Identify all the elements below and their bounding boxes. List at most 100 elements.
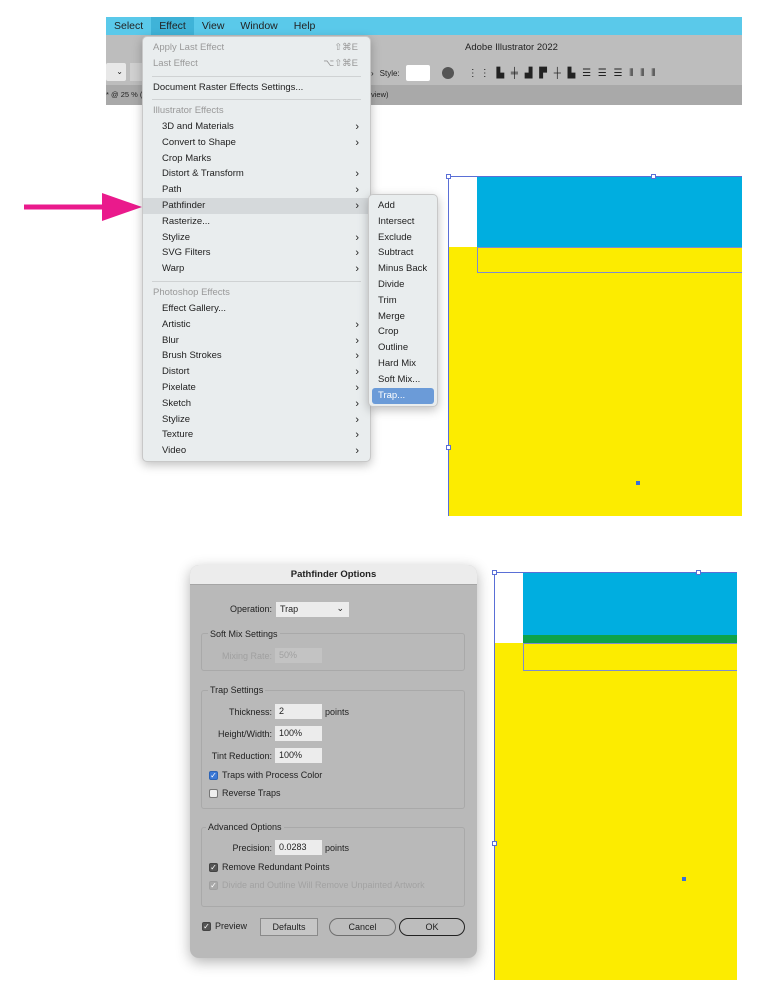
menu-item-rasterize[interactable]: Rasterize... — [143, 214, 370, 230]
menu-item-label: Brush Strokes — [162, 350, 222, 362]
remove-redundant-label: Remove Redundant Points — [222, 862, 330, 872]
tint-reduction-field[interactable]: 100% — [275, 748, 322, 763]
menu-item-sketch[interactable]: Sketch › — [143, 396, 370, 412]
chevron-right-icon: › — [355, 231, 359, 244]
doc-tab-2[interactable]: view) — [371, 90, 389, 99]
mixing-rate-field: 50% — [275, 648, 322, 663]
operation-select[interactable]: Trap ⌄ — [276, 602, 349, 617]
menu-item-label: Video — [162, 445, 187, 457]
submenu-item-minus-back[interactable]: Minus Back — [372, 261, 434, 277]
photoshop-effects-header: Photoshop Effects — [153, 287, 230, 298]
chevron-right-icon: › — [355, 184, 359, 197]
menu-item-crop-marks[interactable]: Crop Marks — [143, 151, 370, 167]
chevron-right-icon[interactable]: › — [371, 69, 374, 78]
chevron-right-icon: › — [355, 247, 359, 260]
pathfinder-submenu: Add Intersect Exclude Subtract Minus Back Div… — [368, 194, 438, 407]
precision-label: Precision: — [232, 843, 272, 853]
chevron-right-icon: › — [355, 318, 359, 331]
thickness-unit: points — [325, 707, 350, 717]
chevron-right-icon: › — [355, 168, 359, 181]
artboard-top[interactable] — [446, 174, 742, 516]
reverse-traps-checkbox[interactable] — [209, 789, 218, 798]
height-width-label: Height/Width: — [217, 729, 272, 739]
label: Apply Last Effect — [153, 42, 225, 53]
yellow-rect[interactable] — [495, 643, 737, 980]
submenu-item-soft-mix[interactable]: Soft Mix... — [372, 372, 434, 388]
submenu-item-merge[interactable]: Merge — [372, 309, 434, 325]
artboard-bottom[interactable] — [492, 570, 737, 980]
menu-item-path[interactable]: Path › — [143, 182, 370, 198]
doc-tab[interactable]: * @ 25 % ( — [106, 90, 142, 99]
handle[interactable] — [492, 570, 497, 575]
handle[interactable] — [492, 841, 497, 846]
submenu-item-outline[interactable]: Outline — [372, 340, 434, 356]
process-color-checkbox[interactable]: ✓ — [209, 771, 218, 780]
handle[interactable] — [651, 174, 656, 179]
selection-outline — [523, 643, 737, 671]
menu-item-label: Pixelate — [162, 382, 196, 393]
menu-item-effect-gallery[interactable]: Effect Gallery... — [143, 301, 370, 317]
menu-item-distort-transform[interactable]: Distort & Transform › — [143, 166, 370, 182]
separator — [152, 99, 361, 100]
menu-item-3d-and-materials[interactable]: 3D and Materials › — [143, 119, 370, 135]
menu-view[interactable]: View — [194, 17, 233, 35]
handle[interactable] — [446, 174, 451, 179]
menu-item-convert-to-shape[interactable]: Convert to Shape › — [143, 135, 370, 151]
menu-item-stylize[interactable]: Stylize › — [143, 230, 370, 246]
thickness-label: Thickness: — [228, 707, 272, 717]
menu-item-texture[interactable]: Texture › — [143, 427, 370, 443]
align-icons[interactable]: ⋮⋮ ▙ ╪ ▟ ▛ ┼ ▙ ☰ ☰ ☰ ⫴ ⫴ ⫴ — [468, 68, 658, 79]
menu-item-video[interactable]: Video › — [143, 443, 370, 459]
separator — [152, 281, 361, 282]
submenu-item-add[interactable]: Add — [372, 198, 434, 214]
cancel-button[interactable]: Cancel — [329, 918, 396, 936]
menu-item-pathfinder[interactable]: Pathfinder › — [143, 198, 370, 214]
blue-rect[interactable] — [477, 177, 742, 247]
submenu-item-divide[interactable]: Divide — [372, 277, 434, 293]
ok-button[interactable]: OK — [399, 918, 465, 936]
menu-item-svg-filters[interactable]: SVG Filters › — [143, 245, 370, 261]
menu-window[interactable]: Window — [232, 17, 285, 35]
chevron-right-icon: › — [355, 350, 359, 363]
menu-item-stylize[interactable]: Stylize › — [143, 412, 370, 428]
yellow-rect[interactable] — [449, 247, 742, 516]
submenu-item-exclude[interactable]: Exclude — [372, 230, 434, 246]
menu-item-warp[interactable]: Warp › — [143, 261, 370, 277]
menu-item-blur[interactable]: Blur › — [143, 333, 370, 349]
globe-icon[interactable] — [441, 67, 454, 79]
chevron-right-icon: › — [355, 413, 359, 426]
menu-item-label: Texture — [162, 429, 194, 441]
menu-help[interactable]: Help — [286, 17, 324, 35]
remove-redundant-checkbox[interactable]: ✓ — [209, 863, 218, 872]
submenu-item-trap[interactable]: Trap... — [372, 387, 434, 404]
submenu-item-crop[interactable]: Crop — [372, 324, 434, 340]
menu-item-artistic[interactable]: Artistic › — [143, 317, 370, 333]
submenu-item-trim[interactable]: Trim — [372, 293, 434, 309]
defaults-button[interactable]: Defaults — [260, 918, 318, 936]
style-swatch[interactable] — [405, 65, 430, 81]
height-width-field[interactable]: 100% — [275, 726, 322, 741]
menu-item-label: Convert to Shape — [162, 136, 236, 148]
precision-field[interactable]: 0.0283 — [275, 840, 322, 855]
soft-mix-title: Soft Mix Settings — [208, 629, 280, 639]
process-color-label: Traps with Process Color — [222, 770, 323, 780]
submenu-item-hard-mix[interactable]: Hard Mix — [372, 356, 434, 372]
submenu-item-subtract[interactable]: Subtract — [372, 245, 434, 261]
handle[interactable] — [446, 445, 451, 450]
thickness-field[interactable]: 2 — [275, 704, 322, 719]
divide-outline-checkbox: ✓ — [209, 881, 218, 890]
handle[interactable] — [696, 570, 701, 575]
label: Last Effect — [153, 58, 198, 69]
menu-item-distort[interactable]: Distort › — [143, 364, 370, 380]
menu-item-brush-strokes[interactable]: Brush Strokes › — [143, 348, 370, 364]
menu-select[interactable]: Select — [106, 17, 151, 35]
menu-item-document-raster[interactable]: Document Raster Effects Settings... — [143, 80, 370, 96]
menu-item-label: Distort & Transform — [162, 168, 244, 180]
menu-item-label: SVG Filters — [162, 247, 211, 259]
menu-item-pixelate[interactable]: Pixelate › — [143, 380, 370, 396]
menu-item-label: Distort — [162, 366, 190, 378]
blue-rect[interactable] — [523, 573, 737, 635]
menu-effect[interactable]: Effect — [151, 17, 194, 35]
preview-checkbox[interactable]: ✓ — [202, 922, 211, 931]
submenu-item-intersect[interactable]: Intersect — [372, 214, 434, 230]
